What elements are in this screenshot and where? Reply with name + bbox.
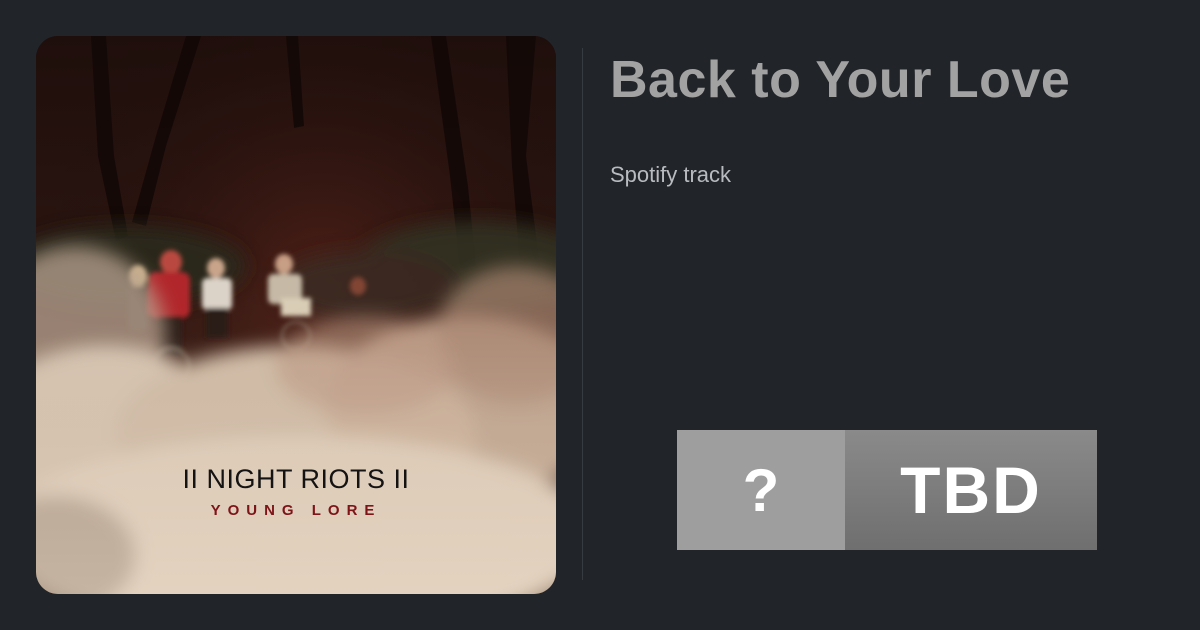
album-name: YOUNG LORE bbox=[210, 502, 382, 519]
badge-tbd-label: TBD bbox=[845, 430, 1097, 550]
status-badge: ? TBD bbox=[677, 430, 1097, 550]
track-title: Back to Your Love bbox=[610, 51, 1071, 109]
track-subtitle: Spotify track bbox=[610, 162, 732, 187]
badge-question-mark: ? bbox=[677, 430, 845, 550]
album-cover: II NIGHT RIOTS II YOUNG LORE bbox=[36, 36, 556, 594]
band-name: II NIGHT RIOTS II bbox=[182, 464, 410, 494]
divider bbox=[582, 48, 583, 580]
